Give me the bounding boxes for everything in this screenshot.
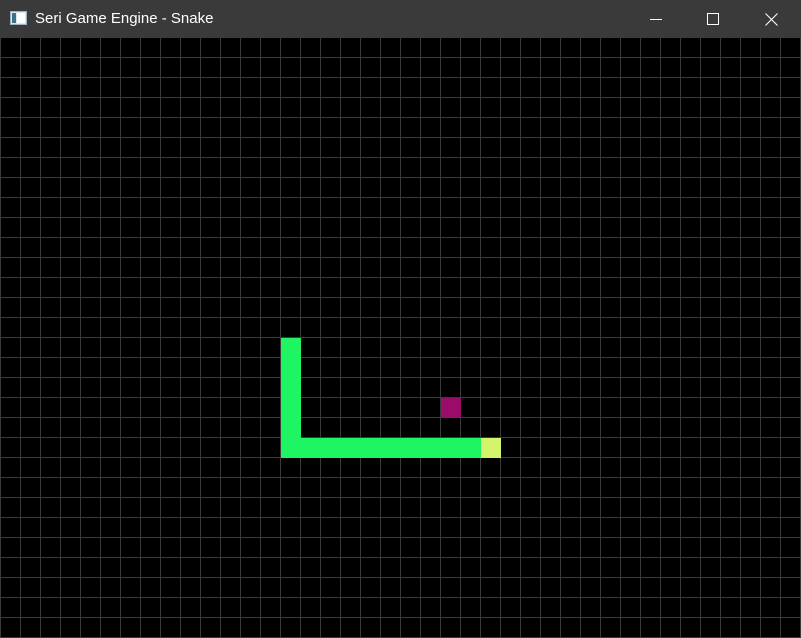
snake-body-segment	[281, 438, 301, 458]
minimize-icon	[650, 19, 662, 20]
snake-body-segment	[381, 438, 401, 458]
window-title: Seri Game Engine - Snake	[35, 10, 214, 27]
close-button[interactable]	[742, 0, 800, 38]
snake-body-segment	[281, 358, 301, 378]
game-board[interactable]	[0, 38, 801, 638]
app-window-icon	[10, 11, 27, 25]
snake-head	[481, 438, 501, 458]
snake-body-segment	[281, 398, 301, 418]
close-icon	[764, 12, 778, 26]
snake-body-segment	[421, 438, 441, 458]
food-pellet	[441, 398, 461, 418]
snake-body-segment	[281, 378, 301, 398]
snake-body-segment	[281, 338, 301, 358]
maximize-icon	[707, 13, 719, 25]
snake-body-segment	[401, 438, 421, 458]
snake-body-segment	[361, 438, 381, 458]
snake-body-segment	[321, 438, 341, 458]
maximize-button[interactable]	[684, 0, 742, 38]
minimize-button[interactable]	[627, 0, 685, 38]
snake-body-segment	[441, 438, 461, 458]
title-bar[interactable]: Seri Game Engine - Snake	[0, 0, 801, 38]
snake-body-segment	[301, 438, 321, 458]
game-window: Seri Game Engine - Snake	[0, 0, 801, 638]
snake-body-segment	[281, 418, 301, 438]
grid-lines	[0, 38, 801, 638]
game-grid	[0, 38, 801, 638]
snake-body-segment	[461, 438, 481, 458]
snake-body-segment	[341, 438, 361, 458]
